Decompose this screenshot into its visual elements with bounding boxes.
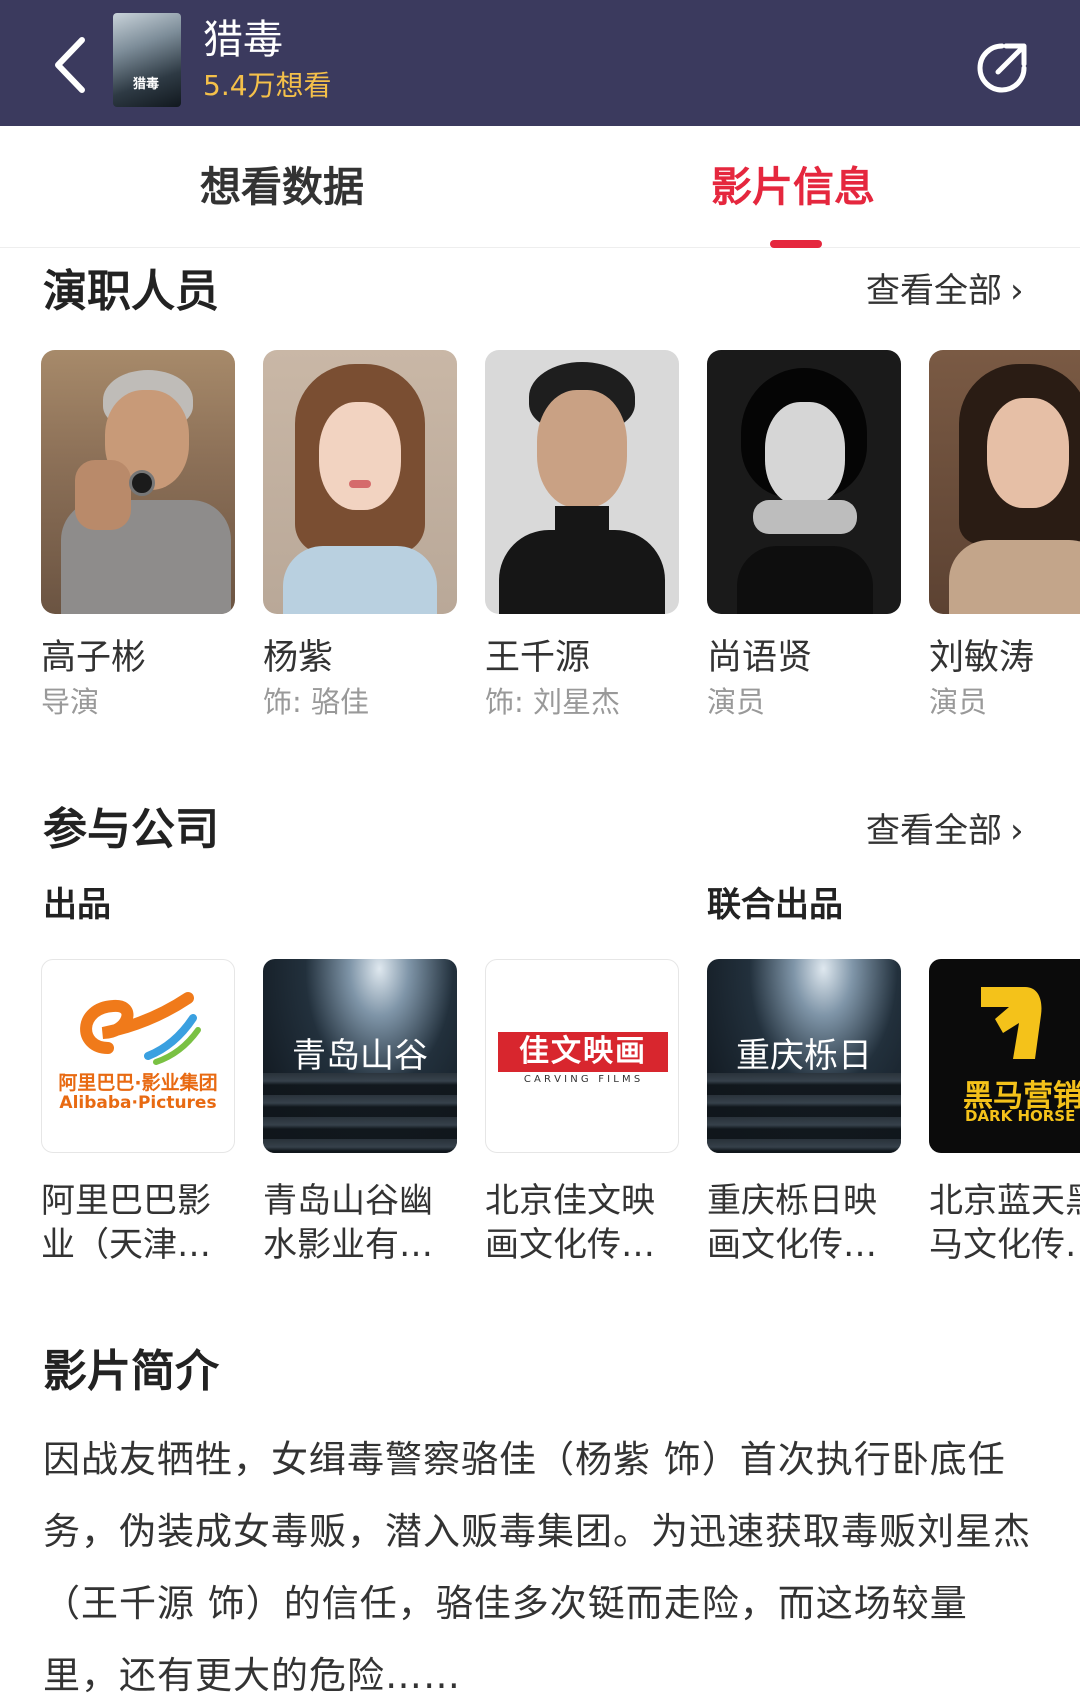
cast-photo [707,350,901,614]
alibaba-logo-text: 阿里巴巴·影业集团 [58,1072,218,1094]
movie-poster[interactable]: 猎毒 [113,13,181,107]
dark-horse-logo-subtext: DARK HORSE [965,1107,1076,1125]
carving-films-logo: 佳文映画 C A R V I N G F I L M S [485,959,679,1153]
cast-card[interactable]: 杨紫 饰: 骆佳 [263,350,457,720]
want-count: 5.4万想看 [203,69,332,102]
cast-role: 导演 [41,685,100,719]
cast-view-all-label: 查看全部 [866,271,1002,311]
logo-text: 青岛山谷 [292,1036,428,1076]
cast-role: 演员 [929,685,988,719]
cast-name: 尚语贤 [707,638,813,678]
carving-logo-text: 佳文映画 [498,1032,668,1072]
horse-head-icon [981,987,1042,1059]
cast-card[interactable]: 刘敏涛 演员 [929,350,1080,720]
tab-want-data[interactable]: 想看数据 [200,162,364,212]
company-view-all-link[interactable]: 查看全部 › [866,810,1024,852]
cast-photo [263,350,457,614]
company-section-title: 参与公司 [43,804,219,855]
company-card[interactable]: 重庆栎日 重庆栎日映 画文化传… [707,959,901,1267]
active-tab-indicator [770,240,822,248]
company-name: 北京佳文映 画文化传… [485,1181,655,1265]
company-card[interactable]: 黑马营销 DARK HORSE 北京蓝天黑 马文化传… [929,959,1080,1267]
poster-title: 猎毒 [133,77,160,92]
cast-role: 饰: 骆佳 [263,685,369,719]
cast-name: 高子彬 [41,638,147,678]
cast-card[interactable]: 高子彬 导演 [41,350,235,720]
carving-logo-subtext: C A R V I N G F I L M S [523,1074,641,1085]
synopsis-text: 因战友牺牲，女缉毒警察骆佳（杨紫 饰）首次执行卧底任务，伪装成女毒贩，潜入贩毒集… [43,1438,1031,1697]
cinema-placeholder-logo: 青岛山谷 [263,959,457,1153]
coproduce-label: 联合出品 [707,885,843,925]
alibaba-logo-subtext: Alibaba·Pictures [59,1093,217,1113]
produce-label: 出品 [43,885,111,925]
alibaba-swirl-icon [80,992,201,1065]
cast-card[interactable]: 王千源 饰: 刘星杰 [485,350,679,720]
cast-photo [485,350,679,614]
company-view-all-label: 查看全部 [866,811,1002,851]
chevron-right-icon: › [1010,811,1024,851]
tab-bar: 想看数据 影片信息 [0,126,1080,248]
company-card[interactable]: 佳文映画 C A R V I N G F I L M S 北京佳文映 画文化传… [485,959,679,1267]
company-name: 北京蓝天黑 马文化传… [929,1181,1080,1265]
company-name: 阿里巴巴影 业（天津… [41,1181,211,1265]
cinema-placeholder-logo: 重庆栎日 [707,959,901,1153]
cast-photo [929,350,1080,614]
cast-photo [41,350,235,614]
back-icon[interactable] [50,34,96,96]
cast-name: 杨紫 [263,638,334,678]
cast-name: 王千源 [485,638,591,678]
top-bar: 猎毒 猎毒 5.4万想看 [0,0,1080,126]
cast-view-all-link[interactable]: 查看全部 › [866,270,1024,312]
share-icon[interactable] [972,38,1032,98]
cast-role: 演员 [707,685,766,719]
dark-horse-logo: 黑马营销 DARK HORSE [929,959,1080,1153]
cast-role: 饰: 刘星杰 [485,685,620,719]
company-name: 重庆栎日映 画文化传… [707,1181,877,1265]
cast-name: 刘敏涛 [929,638,1035,678]
logo-text: 重庆栎日 [736,1036,872,1076]
alibaba-pictures-logo: 阿里巴巴·影业集团 Alibaba·Pictures [41,959,235,1153]
cast-card[interactable]: 尚语贤 演员 [707,350,901,720]
company-card[interactable]: 青岛山谷 青岛山谷幽 水影业有… [263,959,457,1267]
chevron-right-icon: › [1010,271,1024,311]
company-name: 青岛山谷幽 水影业有… [263,1181,433,1265]
tab-movie-info[interactable]: 影片信息 [711,162,875,212]
cast-section-title: 演职人员 [43,266,219,317]
movie-title: 猎毒 [203,17,283,63]
company-card[interactable]: 阿里巴巴·影业集团 Alibaba·Pictures 阿里巴巴影 业（天津… [41,959,235,1267]
synopsis-section-title: 影片简介 [43,1346,219,1397]
